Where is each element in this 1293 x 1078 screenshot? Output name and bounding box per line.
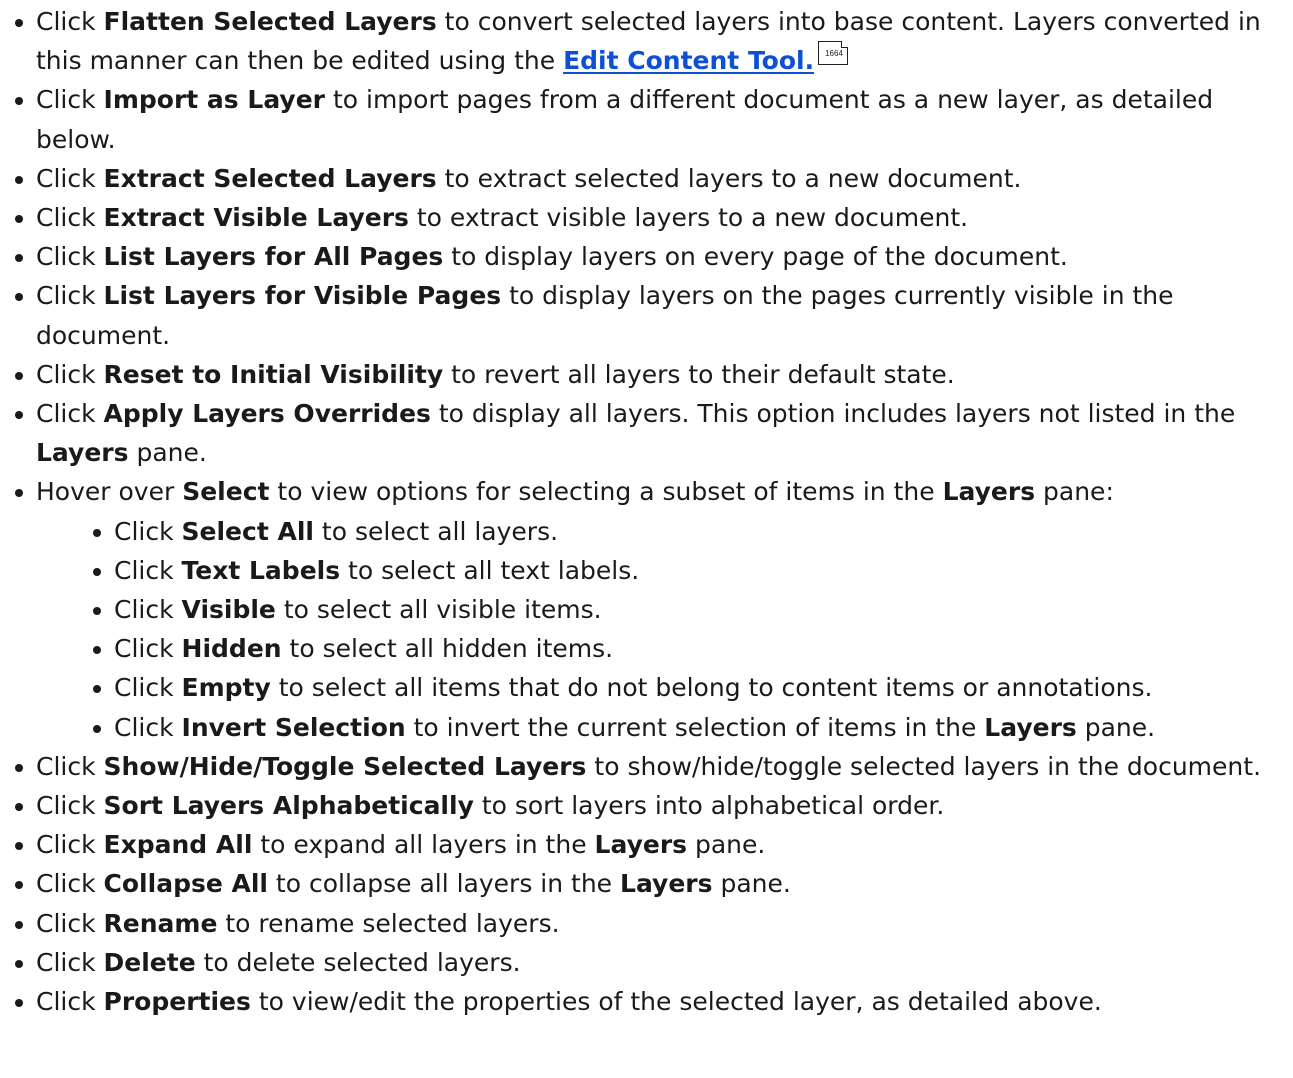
list-item-delete: Click Delete to delete selected layers.: [15, 943, 1293, 982]
option-name: Import as Layer: [103, 85, 326, 115]
list-item-select: Hover over Select to view options for se…: [15, 472, 1293, 747]
option-name: Text Labels: [181, 555, 341, 585]
option-name: Visible: [181, 595, 276, 625]
list-item-list-layers-visible-pages: Click List Layers for Visible Pages to d…: [15, 276, 1293, 354]
option-name: Flatten Selected Layers: [103, 7, 437, 36]
layers-pane-name: Layers: [984, 712, 1077, 742]
option-name: Extract Selected Layers: [103, 163, 437, 193]
option-name: Rename: [103, 908, 218, 938]
option-name: Empty: [181, 673, 271, 703]
option-name: Show/Hide/Toggle Selected Layers: [103, 751, 587, 781]
option-name: Select All: [181, 516, 314, 546]
document-body: Click Flatten Selected Layers to convert…: [0, 0, 1293, 1021]
layers-pane-name: Layers: [36, 438, 129, 468]
option-name: Properties: [103, 987, 251, 1017]
list-item-invert-selection: Click Invert Selection to invert the cur…: [93, 708, 1293, 747]
list-item-list-layers-all-pages: Click List Layers for All Pages to displ…: [15, 237, 1293, 276]
list-item-sort-alphabetically: Click Sort Layers Alphabetically to sort…: [15, 786, 1293, 825]
list-item-hidden: Click Hidden to select all hidden items.: [93, 629, 1293, 668]
option-name: List Layers for All Pages: [103, 242, 444, 272]
list-item-flatten-selected-layers: Click Flatten Selected Layers to convert…: [15, 2, 1293, 80]
list-item-text-labels: Click Text Labels to select all text lab…: [93, 551, 1293, 590]
option-name: Collapse All: [103, 869, 268, 899]
list-item-apply-layers-overrides: Click Apply Layers Overrides to display …: [15, 394, 1293, 472]
option-name: Reset to Initial Visibility: [103, 359, 444, 389]
option-name: Expand All: [103, 830, 253, 860]
layers-pane-name: Layers: [594, 830, 688, 860]
layers-pane-name: Layers: [620, 869, 713, 899]
option-name: Delete: [103, 947, 196, 977]
page-reference-icon[interactable]: 1664: [818, 41, 849, 66]
option-name: Hidden: [181, 634, 282, 664]
list-item-empty: Click Empty to select all items that do …: [93, 668, 1293, 707]
option-name: List Layers for Visible Pages: [103, 281, 502, 311]
list-item-collapse-all: Click Collapse All to collapse all layer…: [15, 864, 1293, 903]
option-name: Apply Layers Overrides: [103, 399, 431, 429]
option-name: Invert Selection: [181, 712, 406, 742]
layers-menu-options-list: Click Flatten Selected Layers to convert…: [0, 2, 1293, 1021]
option-name: Extract Visible Layers: [103, 203, 409, 233]
list-item-extract-visible-layers: Click Extract Visible Layers to extract …: [15, 198, 1293, 237]
list-item-rename: Click Rename to rename selected layers.: [15, 904, 1293, 943]
list-item-select-all: Click Select All to select all layers.: [93, 512, 1293, 551]
layers-pane-name: Layers: [942, 477, 1036, 507]
list-item-properties: Click Properties to view/edit the proper…: [15, 982, 1293, 1021]
option-name: Select: [182, 477, 270, 507]
list-item-show-hide-toggle: Click Show/Hide/Toggle Selected Layers t…: [15, 747, 1293, 786]
list-item-import-as-layer: Click Import as Layer to import pages fr…: [15, 80, 1293, 158]
list-item-visible: Click Visible to select all visible item…: [93, 590, 1293, 629]
select-submenu-list: Click Select All to select all layers. C…: [36, 512, 1293, 747]
list-item-extract-selected-layers: Click Extract Selected Layers to extract…: [15, 159, 1293, 198]
edit-content-tool-link[interactable]: Edit Content Tool.: [563, 46, 814, 75]
option-name: Sort Layers Alphabetically: [103, 791, 474, 821]
list-item-expand-all: Click Expand All to expand all layers in…: [15, 825, 1293, 864]
list-item-reset-initial-visibility: Click Reset to Initial Visibility to rev…: [15, 355, 1293, 394]
